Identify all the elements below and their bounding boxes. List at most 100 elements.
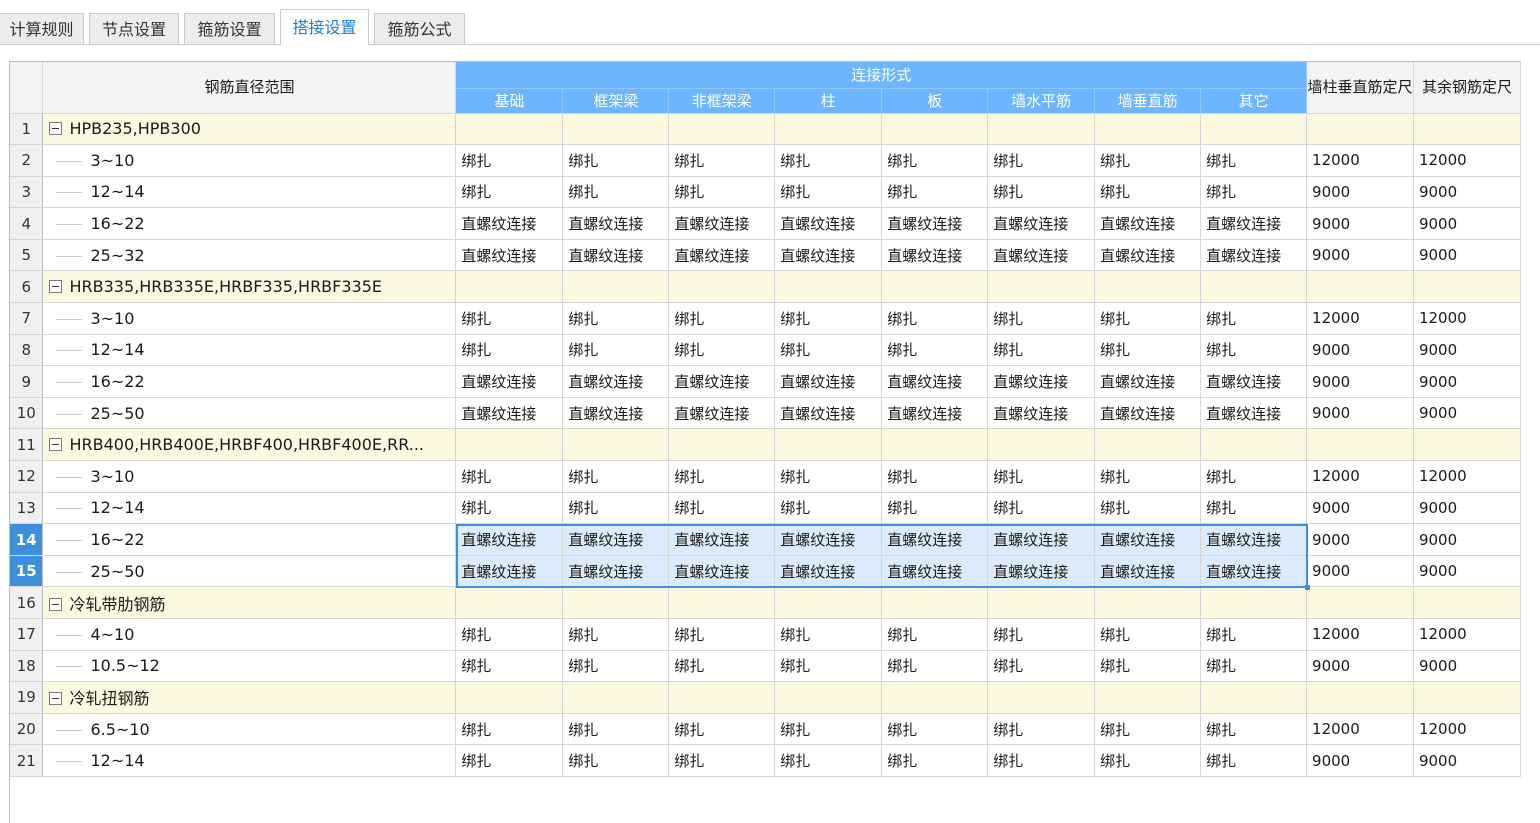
- row-number[interactable]: 3: [10, 176, 44, 209]
- connection-type-cell[interactable]: 绑扎: [668, 618, 776, 651]
- table-row[interactable]: 9 16~22 直螺纹连接 直螺纹连接 直螺纹连接 直螺纹连接 直螺纹连接 直螺纹连接 直螺纹连…: [10, 365, 1522, 398]
- connection-type-cell[interactable]: [562, 270, 670, 304]
- diameter-range-cell[interactable]: 3~10: [42, 144, 457, 177]
- table-row[interactable]: 2 3~10 绑扎 绑扎 绑扎 绑扎 绑扎 绑扎 绑扎 绑扎 12000 12000: [10, 144, 1522, 177]
- connection-type-cell[interactable]: 直螺纹连接: [881, 365, 989, 398]
- connection-type-cell[interactable]: 直螺纹连接: [668, 207, 776, 240]
- other-length-cell[interactable]: 9000: [1413, 744, 1522, 777]
- connection-type-cell[interactable]: [881, 681, 989, 714]
- wall-column-length-cell[interactable]: 9000: [1306, 334, 1414, 367]
- table-row[interactable]: 4 16~22 直螺纹连接 直螺纹连接 直螺纹连接 直螺纹连接 直螺纹连接 直螺纹连接 直螺纹连…: [10, 207, 1522, 240]
- other-length-cell[interactable]: 9000: [1413, 239, 1522, 272]
- table-row[interactable]: 20 6.5~10 绑扎 绑扎 绑扎 绑扎 绑扎 绑扎 绑扎 绑扎 12000 12000: [10, 713, 1522, 746]
- connection-type-cell[interactable]: [455, 681, 564, 714]
- tab-node-settings[interactable]: 节点设置: [89, 13, 179, 44]
- connection-type-cell[interactable]: 直螺纹连接: [455, 555, 564, 588]
- connection-type-cell[interactable]: 绑扎: [562, 650, 670, 683]
- connection-type-cell[interactable]: 绑扎: [1094, 302, 1202, 335]
- connection-type-cell[interactable]: 直螺纹连接: [987, 397, 1096, 430]
- collapse-toggle-icon[interactable]: [49, 692, 63, 706]
- connection-type-cell[interactable]: 绑扎: [562, 713, 670, 746]
- row-number[interactable]: 16: [10, 586, 44, 619]
- connection-type-cell[interactable]: [455, 586, 564, 619]
- row-number[interactable]: 10: [10, 397, 44, 430]
- wall-column-length-cell[interactable]: 9000: [1306, 523, 1414, 556]
- other-length-cell[interactable]: 9000: [1413, 523, 1522, 556]
- connection-type-cell[interactable]: 绑扎: [774, 492, 883, 525]
- connection-type-cell[interactable]: [987, 681, 1096, 714]
- wall-column-length-cell[interactable]: 9000: [1306, 176, 1414, 209]
- connection-type-cell[interactable]: 绑扎: [987, 334, 1096, 367]
- diameter-range-cell[interactable]: 6.5~10: [42, 713, 457, 746]
- table-row[interactable]: 5 25~32 直螺纹连接 直螺纹连接 直螺纹连接 直螺纹连接 直螺纹连接 直螺纹连接 直螺纹连…: [10, 239, 1522, 272]
- connection-type-cell[interactable]: 绑扎: [562, 460, 670, 493]
- row-number[interactable]: 6: [10, 270, 44, 304]
- group-row[interactable]: 1 HPB235,HPB300: [10, 113, 1522, 146]
- connection-type-cell[interactable]: 绑扎: [881, 334, 989, 367]
- connection-type-cell[interactable]: 绑扎: [1200, 144, 1308, 177]
- wall-column-length-cell[interactable]: 12000: [1306, 144, 1414, 177]
- connection-type-cell[interactable]: 直螺纹连接: [1200, 365, 1308, 398]
- tab-calc-rules[interactable]: 计算规则: [0, 13, 84, 44]
- table-row[interactable]: 10 25~50 直螺纹连接 直螺纹连接 直螺纹连接 直螺纹连接 直螺纹连接 直螺纹连接 直螺纹…: [10, 397, 1522, 430]
- connection-type-cell[interactable]: [881, 113, 989, 146]
- connection-type-cell[interactable]: 绑扎: [1094, 744, 1202, 777]
- diameter-range-cell[interactable]: 25~50: [42, 555, 457, 588]
- group-row[interactable]: 16 冷轧带肋钢筋: [10, 586, 1522, 619]
- row-number[interactable]: 2: [10, 144, 44, 177]
- connection-type-cell[interactable]: 绑扎: [774, 302, 883, 335]
- row-number[interactable]: 19: [10, 681, 44, 714]
- connection-type-cell[interactable]: 绑扎: [1094, 144, 1202, 177]
- steel-grade-cell[interactable]: HRB335,HRB335E,HRBF335,HRBF335E: [42, 270, 457, 304]
- steel-grade-cell[interactable]: 冷轧带肋钢筋: [42, 586, 457, 619]
- connection-type-cell[interactable]: 绑扎: [881, 713, 989, 746]
- connection-type-cell[interactable]: 直螺纹连接: [987, 523, 1096, 556]
- connection-type-cell[interactable]: 直螺纹连接: [987, 239, 1096, 272]
- connection-type-cell[interactable]: [668, 428, 776, 462]
- collapse-toggle-icon[interactable]: [49, 438, 63, 452]
- connection-type-cell[interactable]: 绑扎: [455, 713, 564, 746]
- wall-column-length-cell[interactable]: [1306, 681, 1414, 714]
- connection-type-cell[interactable]: 绑扎: [562, 334, 670, 367]
- diameter-range-cell[interactable]: 12~14: [42, 334, 457, 367]
- connection-type-cell[interactable]: 直螺纹连接: [774, 555, 883, 588]
- other-length-cell[interactable]: 9000: [1413, 397, 1522, 430]
- connection-type-cell[interactable]: 绑扎: [668, 176, 776, 209]
- steel-grade-cell[interactable]: 冷轧扭钢筋: [42, 681, 457, 714]
- wall-column-length-cell[interactable]: 12000: [1306, 618, 1414, 651]
- collapse-toggle-icon[interactable]: [49, 280, 63, 294]
- diameter-range-cell[interactable]: 12~14: [42, 176, 457, 209]
- connection-type-cell[interactable]: 直螺纹连接: [774, 239, 883, 272]
- tab-stirrup-settings[interactable]: 箍筋设置: [184, 13, 275, 44]
- tab-stirrup-formula[interactable]: 箍筋公式: [374, 13, 465, 44]
- row-number[interactable]: 17: [10, 618, 44, 651]
- connection-type-cell[interactable]: 绑扎: [1200, 618, 1308, 651]
- diameter-range-cell[interactable]: 12~14: [42, 492, 457, 525]
- connection-type-cell[interactable]: 绑扎: [987, 144, 1096, 177]
- row-number[interactable]: 7: [10, 302, 44, 335]
- diameter-range-cell[interactable]: 16~22: [42, 365, 457, 398]
- steel-grade-cell[interactable]: HRB400,HRB400E,HRBF400,HRBF400E,RR...: [42, 428, 457, 462]
- connection-type-cell[interactable]: 绑扎: [1094, 618, 1202, 651]
- wall-column-length-cell[interactable]: 9000: [1306, 365, 1414, 398]
- connection-type-cell[interactable]: 绑扎: [881, 618, 989, 651]
- wall-column-length-cell[interactable]: 9000: [1306, 744, 1414, 777]
- connection-type-cell[interactable]: 绑扎: [668, 650, 776, 683]
- steel-grade-cell[interactable]: HPB235,HPB300: [42, 113, 457, 146]
- connection-type-cell[interactable]: 绑扎: [987, 460, 1096, 493]
- group-row[interactable]: 11 HRB400,HRB400E,HRBF400,HRBF400E,RR...: [10, 428, 1522, 462]
- tab-lap-settings[interactable]: 搭接设置: [280, 9, 369, 45]
- connection-type-cell[interactable]: 直螺纹连接: [987, 555, 1096, 588]
- connection-type-cell[interactable]: 直螺纹连接: [668, 365, 776, 398]
- other-length-cell[interactable]: 9000: [1413, 555, 1522, 588]
- diameter-range-cell[interactable]: 16~22: [42, 207, 457, 240]
- wall-column-length-cell[interactable]: 9000: [1306, 650, 1414, 683]
- connection-type-cell[interactable]: 直螺纹连接: [881, 555, 989, 588]
- wall-column-length-cell[interactable]: 9000: [1306, 397, 1414, 430]
- wall-column-length-cell[interactable]: 9000: [1306, 555, 1414, 588]
- other-length-cell[interactable]: 9000: [1413, 176, 1522, 209]
- connection-type-cell[interactable]: 绑扎: [455, 650, 564, 683]
- connection-type-cell[interactable]: 绑扎: [1094, 713, 1202, 746]
- connection-type-cell[interactable]: [987, 586, 1096, 619]
- wall-column-length-cell[interactable]: 12000: [1306, 302, 1414, 335]
